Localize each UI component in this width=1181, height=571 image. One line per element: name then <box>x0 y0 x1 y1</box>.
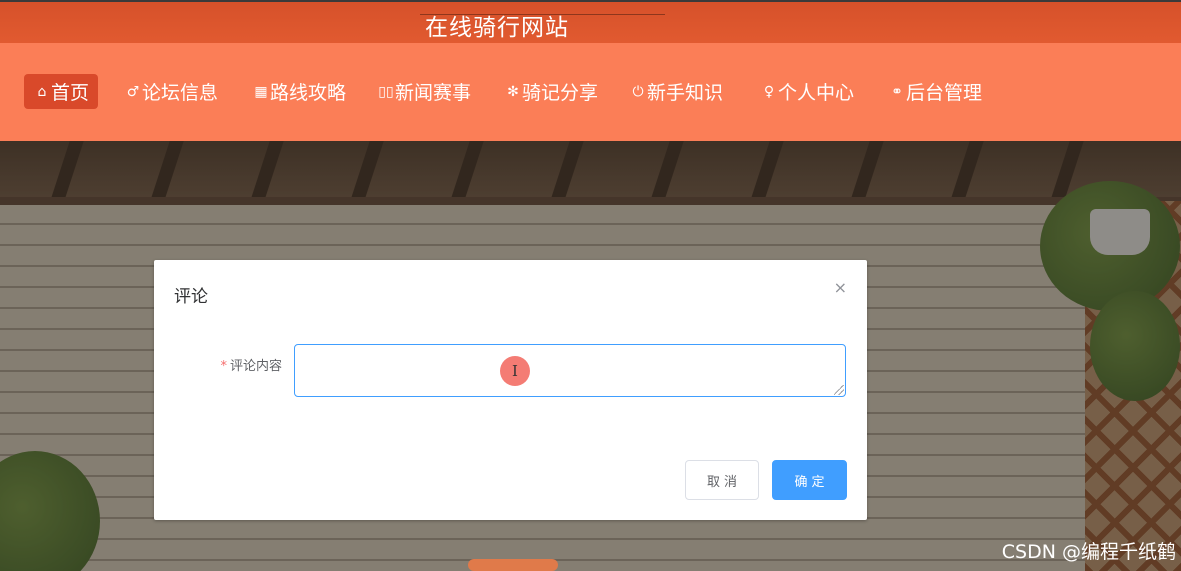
knowledge-icon: ⏻ <box>632 83 644 100</box>
watermark: CSDN @编程千纸鹤 <box>1001 541 1176 563</box>
nav-item-home[interactable]: ⌂ 首页 <box>24 74 99 109</box>
text-cursor-icon: I <box>500 356 530 386</box>
user-icon: ♀ <box>763 83 775 100</box>
carousel-indicator[interactable] <box>468 559 558 571</box>
nav-item-label: 首页 <box>51 82 90 104</box>
nav-item-label: 新手知识 <box>647 82 724 104</box>
close-icon[interactable]: × <box>834 278 847 297</box>
nav-item-label: 路线攻略 <box>270 82 347 104</box>
comment-content-input[interactable] <box>294 344 846 397</box>
page: 在线骑行网站 ⌂ 首页 ♂ 论坛信息 ▦ 路线攻略 ▯▯ 新闻赛事 ✻ 骑记分享… <box>0 0 1181 571</box>
main-nav: ⌂ 首页 ♂ 论坛信息 ▦ 路线攻略 ▯▯ 新闻赛事 ✻ 骑记分享 ⏻ 新手知识… <box>0 43 1181 141</box>
news-icon: ▯▯ <box>378 83 394 100</box>
nav-item-profile[interactable]: ♀ 个人中心 <box>761 74 854 109</box>
nav-item-label: 后台管理 <box>906 82 983 104</box>
site-title: 在线骑行网站 <box>425 15 569 41</box>
forum-icon: ♂ <box>126 83 140 100</box>
nav-item-label: 骑记分享 <box>522 82 599 104</box>
nav-item-news[interactable]: ▯▯ 新闻赛事 <box>378 74 471 109</box>
confirm-button[interactable]: 确定 <box>772 460 847 500</box>
nav-item-label: 论坛信息 <box>142 82 219 104</box>
resize-handle-icon[interactable] <box>834 385 844 395</box>
route-icon: ▦ <box>254 83 268 100</box>
required-mark: * <box>220 359 227 374</box>
nav-item-label: 个人中心 <box>778 82 855 104</box>
dialog-title: 评论 <box>174 287 208 307</box>
nav-item-forum[interactable]: ♂ 论坛信息 <box>125 74 218 109</box>
nav-item-share[interactable]: ✻ 骑记分享 <box>505 74 598 109</box>
link-icon: ⚭ <box>891 83 903 100</box>
share-icon: ✻ <box>507 83 519 100</box>
nav-item-label: 新闻赛事 <box>395 82 472 104</box>
cancel-button[interactable]: 取消 <box>685 460 759 500</box>
nav-item-knowledge[interactable]: ⏻ 新手知识 <box>630 74 723 109</box>
home-icon: ⌂ <box>37 83 47 100</box>
comment-content-label-text: 评论内容 <box>229 359 282 374</box>
comment-content-label: * 评论内容 <box>214 355 282 374</box>
nav-item-routes[interactable]: ▦ 路线攻略 <box>253 74 346 109</box>
title-bar: 在线骑行网站 <box>0 0 1181 43</box>
nav-item-admin[interactable]: ⚭ 后台管理 <box>889 74 982 109</box>
comment-dialog: 评论 × * 评论内容 I 取消 确定 <box>154 260 867 520</box>
